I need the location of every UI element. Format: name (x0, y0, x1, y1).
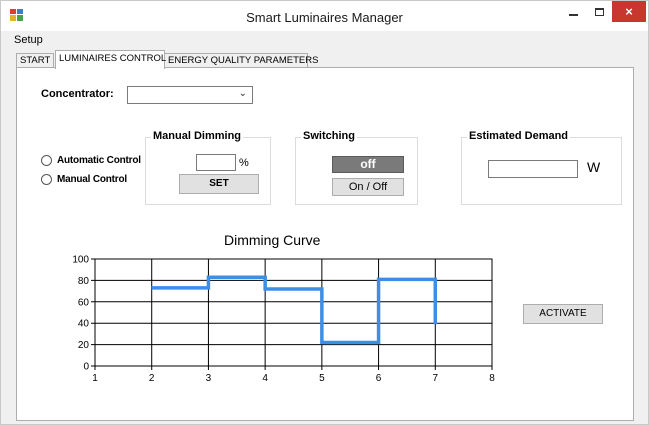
maximize-icon (594, 8, 604, 17)
y-tick-label: 100 (72, 255, 89, 266)
y-tick-label: 80 (78, 276, 90, 287)
y-tick-label: 40 (78, 319, 90, 330)
switching-title: Switching (301, 130, 357, 142)
y-tick-label: 60 (78, 297, 90, 308)
x-tick-label: 1 (92, 373, 98, 381)
estimated-demand-title: Estimated Demand (467, 130, 571, 142)
x-tick-label: 4 (262, 373, 268, 381)
tab-energy-quality-parameters[interactable]: ENERGY QUALITY PARAMETERS (164, 53, 318, 68)
y-tick-label: 20 (78, 340, 90, 351)
menu-setup[interactable]: Setup (14, 34, 43, 46)
close-button[interactable]: × (612, 1, 646, 22)
x-tick-label: 3 (206, 373, 212, 381)
title-bar[interactable]: Smart Luminaires Manager × (1, 1, 648, 31)
x-tick-label: 7 (433, 373, 439, 381)
plot-area (94, 258, 493, 367)
radio-manual-control[interactable]: Manual Control (41, 174, 127, 185)
y-tick-label: 0 (83, 362, 89, 373)
percent-label: % (239, 157, 249, 169)
manual-dimming-title: Manual Dimming (151, 130, 244, 142)
tab-strip: START LUMINAIRES CONTROL ENERGY QUALITY … (1, 50, 648, 69)
maximize-button[interactable] (586, 1, 612, 22)
radio-circle[interactable] (41, 155, 52, 166)
dimming-curve-chart: 1 2 3 4 5 6 7 8020406080100 (72, 255, 495, 382)
x-tick-label: 5 (319, 373, 325, 381)
activate-button[interactable]: ACTIVATE (523, 304, 603, 324)
set-button[interactable]: SET (179, 174, 259, 194)
window-title: Smart Luminaires Manager (246, 10, 403, 25)
estimated-demand-group: Estimated Demand W (461, 130, 622, 205)
manual-dimming-group: Manual Dimming % SET (145, 130, 271, 205)
chart-title: Dimming Curve (224, 232, 321, 248)
chevron-down-icon: ⌄ (238, 88, 247, 99)
x-tick-label: 8 (489, 373, 495, 381)
concentrator-label: Concentrator: (41, 88, 114, 100)
estimated-demand-field[interactable] (488, 160, 578, 178)
tab-luminaires-control[interactable]: LUMINAIRES CONTROL (55, 50, 166, 69)
switching-group: Switching off On / Off (295, 130, 418, 205)
radio-circle[interactable] (41, 174, 52, 185)
x-tick-label: 2 (149, 373, 155, 381)
radio-automatic-label: Automatic Control (57, 155, 141, 166)
close-icon: × (625, 4, 633, 19)
app-window: Smart Luminaires Manager × Setup START L… (0, 0, 649, 425)
switch-state-display: off (332, 156, 404, 173)
concentrator-select[interactable]: ⌄ (127, 86, 253, 104)
minimize-icon (568, 14, 578, 17)
watts-unit-label: W (587, 159, 601, 175)
menu-bar: Setup (1, 31, 648, 50)
tab-start[interactable]: START (16, 53, 54, 68)
dimming-percent-input[interactable] (196, 154, 236, 171)
luminaires-control-panel: Concentrator: ⌄ Automatic Control Manual… (16, 67, 634, 421)
radio-manual-label: Manual Control (57, 174, 127, 185)
x-tick-label: 6 (376, 373, 382, 381)
minimize-button[interactable] (560, 1, 586, 22)
on-off-button[interactable]: On / Off (332, 178, 404, 196)
radio-automatic-control[interactable]: Automatic Control (41, 155, 141, 166)
